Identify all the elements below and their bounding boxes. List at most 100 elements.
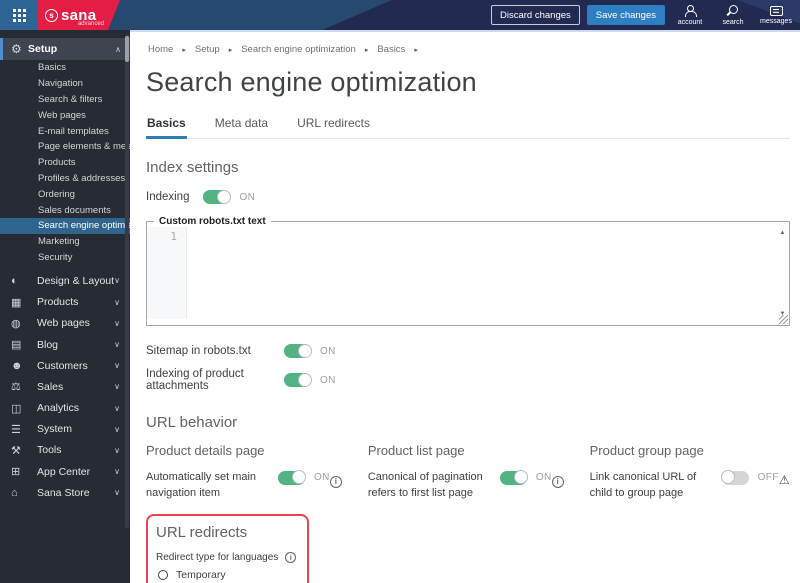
robots-text-editor[interactable] [187,227,776,319]
breadcrumb-link[interactable]: Basics [377,44,405,55]
chevron-down-icon: ∨ [114,361,120,371]
attachments-toggle[interactable] [284,372,312,387]
setting-label: Canonical of pagination refers to first … [367,471,483,499]
annotation-url-redirects: URL redirects Redirect type for language… [146,513,309,583]
sidebar-section[interactable]: ⊞ App Center ∨ [0,461,130,482]
resize-grip[interactable] [779,315,788,324]
app-window: s sana advanced Discard changes Save cha… [0,0,800,583]
tab-label: Meta data [214,116,269,130]
analytics-icon: ◫ [11,402,22,415]
breadcrumb-link[interactable]: Search engine optimization [241,44,356,55]
radio-option[interactable]: Temporary [156,569,297,581]
tab[interactable]: Basics [146,116,187,139]
info-icon[interactable]: i [329,475,342,488]
sidebar-section[interactable]: ▤ Blog ∨ [0,334,130,355]
sidebar-section[interactable]: ☻ Customers ∨ [0,355,130,376]
sidebar-section[interactable]: ⚒ Tools ∨ [0,440,130,461]
sidebar-item[interactable]: Ordering [0,186,130,202]
url-redirects-heading: URL redirects [156,523,248,541]
breadcrumb: Home ▸ Setup ▸ Search engine optimizatio… [148,44,790,55]
sidebar-item-label: Web pages [38,109,86,121]
sidebar-scrollbar-thumb[interactable] [125,36,129,62]
sidebar-section[interactable]: ◍ Web pages ∨ [0,313,130,334]
index-settings-heading: Index settings [146,159,239,176]
sidebar-section[interactable]: ☰ System ∨ [0,419,130,440]
sidebar-item[interactable]: Products [0,155,130,171]
sidebar-sections: ◐ Design & Layout ∨ ▦ Products ∨ ◍ Web p… [0,270,130,503]
chevron-down-icon: ∨ [114,297,120,307]
save-changes-button[interactable]: Save changes [586,5,665,25]
breadcrumb-separator-icon: ▸ [228,46,233,54]
sitemap-toggle[interactable] [284,343,312,358]
sidebar-section-label: Customers [37,359,88,372]
sidebar-section-label: Analytics [37,402,80,415]
brand-tagline: advanced [77,21,104,27]
sidebar-scrollbar[interactable] [125,34,129,528]
breadcrumb-separator-icon: ▸ [182,46,186,54]
editor-scrollbar[interactable]: ▲ ▼ [776,227,789,319]
attachments-state: ON [320,374,336,386]
products-grid-icon: ▦ [11,296,22,309]
sidebar-item-label: Profiles & addresses [38,172,126,184]
sidebar-section-setup[interactable]: ⚙ Setup ∧ [0,38,130,60]
setting-state: ON [535,472,552,483]
breadcrumb-separator-icon: ▸ [414,46,418,54]
info-icon[interactable]: i [551,475,564,488]
sitemap-state: ON [320,345,336,357]
sidebar-item[interactable]: Security [0,250,130,266]
chevron-down-icon: ∨ [114,424,120,434]
palette-icon: ◐ [11,274,18,287]
sidebar-item-label: E-mail templates [38,125,109,137]
sidebar-item[interactable]: Marketing [0,234,130,250]
sidebar-item[interactable]: E-mail templates [0,123,130,139]
sidebar-section[interactable]: ▦ Products ∨ [0,292,130,313]
sidebar-item[interactable]: Profiles & addresses [0,171,130,187]
breadcrumb-link[interactable]: Setup [195,44,220,55]
sidebar-section[interactable]: ⌂ Sana Store ∨ [0,482,130,503]
column-heading: Product group page [589,443,704,458]
scroll-up-icon[interactable]: ▲ [780,230,786,236]
account-button[interactable]: account [672,4,708,26]
sidebar: ⚙ Setup ∧ Basics Navigation Search & fil… [0,30,130,583]
sidebar-section-label: Setup [28,43,58,55]
sidebar-item-label: Security [38,251,73,263]
indexing-toggle[interactable] [203,189,232,204]
sidebar-section-label: Design & Layout [37,274,115,287]
info-icon[interactable]: i [285,551,297,563]
sidebar-item[interactable]: Page elements & messages [0,139,130,155]
attachments-label: Indexing of product attachments [146,368,244,392]
url-behavior-column: Product group page Link canonical URL of… [590,443,800,502]
sidebar-item[interactable]: Navigation [0,76,130,92]
sidebar-item[interactable]: Web pages [0,107,130,123]
account-label: account [677,18,703,26]
setting-toggle[interactable] [720,470,749,485]
setting-toggle[interactable] [499,470,528,485]
sidebar-item[interactable]: Basics [0,60,130,76]
sidebar-item-label: Ordering [38,188,75,200]
sidebar-section[interactable]: ◫ Analytics ∨ [0,397,130,418]
radio-button-icon[interactable] [158,569,168,580]
chevron-up-icon: ∧ [115,44,121,54]
app-launcher-button[interactable] [0,0,38,30]
setting-toggle[interactable] [278,470,306,485]
sidebar-item[interactable]: Sales documents [0,202,130,218]
tab[interactable]: Meta data [214,116,269,138]
app-center-icon: ⊞ [11,466,21,479]
sidebar-item[interactable]: Search & filters [0,92,130,108]
sidebar-item[interactable]: Search engine optimization [0,217,130,234]
sidebar-section-label: Blog [37,338,59,351]
setting-label: Automatically set main navigation item [146,471,257,499]
messages-button[interactable]: messages [758,5,794,25]
warning-icon[interactable]: ⚠ [779,473,790,487]
search-button[interactable]: search [715,4,751,26]
store-icon: ⌂ [11,486,18,499]
breadcrumb-link[interactable]: Home [148,44,173,55]
sidebar-section-label: Tools [37,444,62,457]
sidebar-section[interactable]: ⚖ Sales ∨ [0,376,130,397]
tab[interactable]: URL redirects [296,116,371,138]
brand-logo: s sana advanced [38,0,120,30]
sidebar-section[interactable]: ◐ Design & Layout ∨ [0,270,130,291]
globe-icon: ◍ [11,317,21,330]
sidebar-item-label: Page elements & messages [38,141,130,153]
discard-changes-button[interactable]: Discard changes [491,5,580,25]
